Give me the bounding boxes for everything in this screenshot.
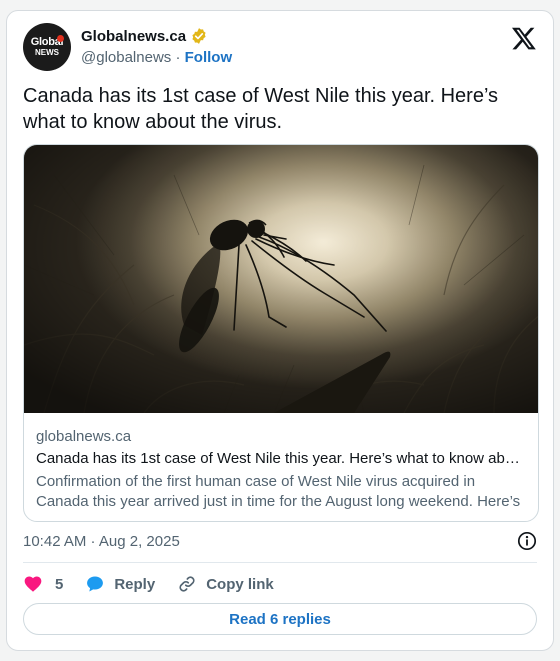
avatar-dot [57, 35, 64, 42]
author-name[interactable]: Globalnews.ca [81, 28, 186, 45]
x-logo-icon[interactable] [511, 25, 537, 51]
handle-separator: · [175, 49, 181, 66]
link-domain: globalnews.ca [36, 428, 132, 445]
author-handle-row: @globalnews · Follow [81, 49, 232, 66]
action-bar: 5 Reply Copy link [23, 571, 274, 597]
follow-button[interactable]: Follow [185, 49, 233, 66]
link-title[interactable]: Canada has its 1st case of West Nile thi… [36, 450, 526, 467]
like-button[interactable]: 5 [23, 574, 63, 594]
author-handle[interactable]: @globalnews [81, 49, 171, 66]
reply-button[interactable]: Reply [85, 574, 155, 594]
link-icon [177, 574, 197, 594]
reply-bubble-icon [85, 574, 105, 594]
timestamp-row: 10:42 AM · Aug 2, 2025 [23, 531, 537, 553]
read-replies-button[interactable]: Read 6 replies [23, 603, 537, 635]
info-icon[interactable] [517, 531, 537, 551]
author-name-row: Globalnews.ca [81, 27, 208, 45]
mosquito-silhouette-image [24, 145, 538, 413]
heart-icon [23, 574, 43, 594]
copy-link-label: Copy link [206, 575, 274, 593]
post-text: Canada has its 1st case of West Nile thi… [23, 85, 499, 133]
link-preview-card[interactable]: globalnews.ca Canada has its 1st case of… [23, 144, 539, 522]
divider [23, 562, 537, 563]
reply-label: Reply [114, 575, 156, 593]
like-count: 5 [55, 575, 64, 593]
avatar-line-2: NEWS [35, 48, 59, 57]
link-description: Confirmation of the first human case of … [36, 473, 521, 510]
avatar[interactable]: Global NEWS [23, 23, 71, 71]
link-preview-meta: globalnews.ca Canada has its 1st case of… [36, 428, 526, 512]
post-timestamp[interactable]: 10:42 AM · Aug 2, 2025 [23, 533, 180, 550]
post-header: Global NEWS Globalnews.ca @globalnews · … [23, 23, 537, 75]
verified-badge-icon [190, 27, 208, 45]
copy-link-button[interactable]: Copy link [177, 574, 274, 594]
embedded-post-card: Global NEWS Globalnews.ca @globalnews · … [6, 10, 554, 651]
article-image[interactable] [24, 145, 538, 413]
